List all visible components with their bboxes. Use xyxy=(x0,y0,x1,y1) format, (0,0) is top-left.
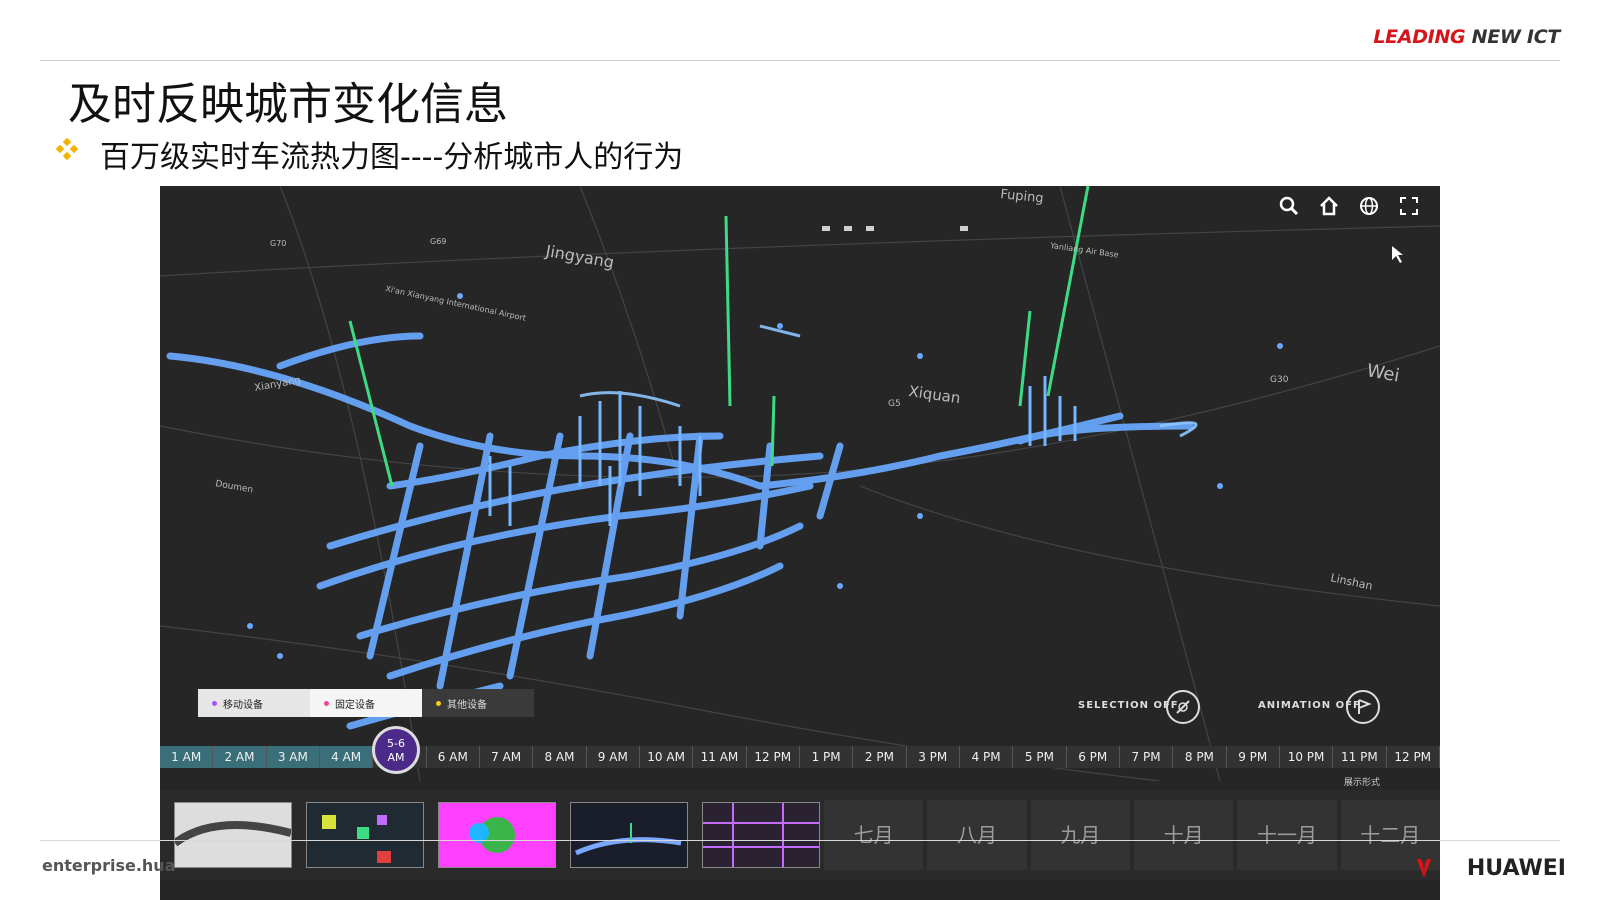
hour-tick[interactable]: 11 PM xyxy=(1333,746,1387,768)
search-icon[interactable] xyxy=(1274,192,1304,220)
hour-tick[interactable]: 2 PM xyxy=(853,746,907,768)
month-thumbnail-strip: 七月 八月 九月 十月 十一月 十二月 xyxy=(160,790,1440,880)
hour-tick[interactable]: 8 AM xyxy=(533,746,587,768)
brand-new-ict: NEW ICT xyxy=(1471,26,1561,48)
month-tab[interactable]: 八月 xyxy=(927,800,1027,870)
hour-tick[interactable]: 3 AM xyxy=(266,746,320,768)
month-tab[interactable]: 九月 xyxy=(1030,800,1130,870)
footer-url: enterprise.hua xyxy=(42,856,176,875)
footer-divider xyxy=(40,840,1560,841)
thumbnail-magenta[interactable] xyxy=(438,802,556,868)
hour-tick[interactable]: 11 AM xyxy=(693,746,747,768)
device-legend: 移动设备 固定设备 其他设备 xyxy=(198,689,534,717)
hour-tick[interactable]: 9 AM xyxy=(587,746,640,768)
hour-tick[interactable]: 6 AM xyxy=(427,746,480,768)
legend-item-mobile[interactable]: 移动设备 xyxy=(198,689,310,717)
month-tab[interactable]: 七月 xyxy=(824,800,924,870)
thumbnail-purple-grid[interactable] xyxy=(702,802,820,868)
slide-title: 及时反映城市变化信息 xyxy=(68,79,508,130)
legend-dot-mobile xyxy=(212,700,217,706)
diamond-bullet-icon xyxy=(56,138,78,160)
label-g5: G5 xyxy=(888,399,901,409)
label-g30: G30 xyxy=(1270,375,1289,385)
legend-label-other: 其他设备 xyxy=(447,699,487,711)
month-tab[interactable]: 十月 xyxy=(1133,800,1234,870)
legend-label-mobile: 移动设备 xyxy=(223,699,263,711)
hour-tick[interactable]: 9 PM xyxy=(1227,746,1280,768)
map-toolbar xyxy=(1274,192,1424,220)
month-tab[interactable]: 十一月 xyxy=(1237,800,1337,870)
legend-item-fixed[interactable]: 固定设备 xyxy=(310,689,422,717)
hour-tick[interactable]: 4 PM xyxy=(960,746,1014,768)
hour-tick[interactable]: 7 PM xyxy=(1120,746,1174,768)
home-icon[interactable] xyxy=(1314,192,1344,220)
huawei-wordmark: HUAWEI xyxy=(1466,856,1566,881)
thumbnail-network[interactable] xyxy=(570,802,688,868)
globe-icon[interactable] xyxy=(1354,192,1384,220)
current-hour-range: 5-6 xyxy=(387,737,405,750)
legend-item-other[interactable]: 其他设备 xyxy=(422,689,534,717)
selection-toggle-button[interactable] xyxy=(1166,690,1200,724)
timeline-current-knob[interactable]: 5-6 AM xyxy=(372,726,420,774)
hour-tick[interactable]: 10 AM xyxy=(640,746,694,768)
label-g69: G69 xyxy=(430,237,446,246)
selection-label: SELECTION OFF xyxy=(1078,700,1179,711)
legend-dot-fixed xyxy=(324,700,329,706)
slide-subtitle: 百万级实时车流热力图----分析城市人的行为 xyxy=(100,140,684,175)
huawei-logo-icon xyxy=(1417,858,1431,878)
animation-toggle-button[interactable] xyxy=(1346,690,1380,724)
hour-tick[interactable]: 3 PM xyxy=(907,746,960,768)
fullscreen-icon[interactable] xyxy=(1394,192,1424,220)
hour-tick[interactable]: 1 AM xyxy=(160,746,214,768)
hour-tick[interactable]: 7 AM xyxy=(480,746,534,768)
hour-tick[interactable]: 8 PM xyxy=(1173,746,1227,768)
legend-dot-other xyxy=(436,700,441,706)
hour-tick[interactable]: 10 PM xyxy=(1280,746,1334,768)
hour-tick[interactable]: 5 PM xyxy=(1013,746,1067,768)
hour-tick[interactable]: 1 PM xyxy=(800,746,854,768)
hour-tick[interactable]: 12 PM xyxy=(747,746,800,768)
map-viewer[interactable]: Fuping Jingyang Xi'an Xianyang Internati… xyxy=(160,186,1440,900)
header-divider xyxy=(40,60,1560,61)
thumbnail-heatmap-gray[interactable] xyxy=(174,802,292,868)
display-mode-label: 展示形式 xyxy=(1343,778,1380,788)
current-hour-suffix: AM xyxy=(387,751,405,764)
legend-label-fixed: 固定设备 xyxy=(335,699,375,711)
hour-tick[interactable]: 12 PM xyxy=(1387,746,1440,768)
hour-tick[interactable]: 6 PM xyxy=(1067,746,1120,768)
hour-tick[interactable]: 2 AM xyxy=(213,746,267,768)
brand-logo: LEADING NEW ICT xyxy=(1373,26,1560,48)
label-g70: G70 xyxy=(270,239,286,248)
hour-tick[interactable]: 4 AM xyxy=(319,746,374,768)
hour-timeline: 1 AM 2 AM 3 AM 4 AM 6 AM 7 AM 8 AM 9 AM … xyxy=(160,746,1440,768)
brand-leading: LEADING xyxy=(1373,26,1466,48)
thumbnail-markers[interactable] xyxy=(306,802,424,868)
